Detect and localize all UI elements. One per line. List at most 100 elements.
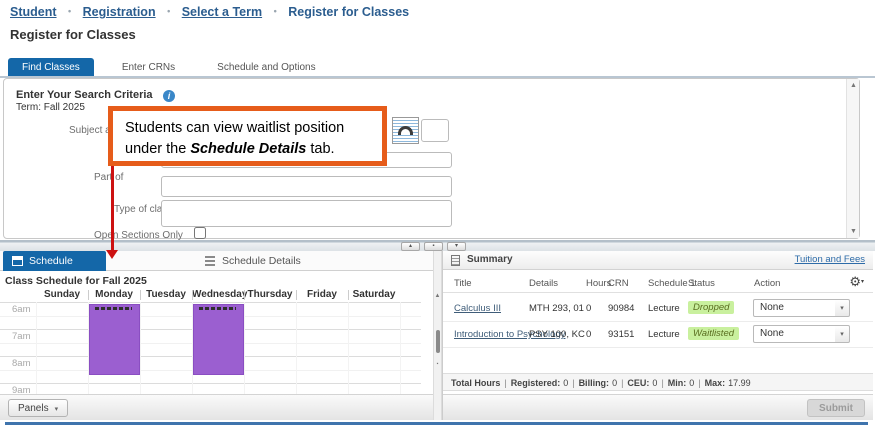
annotation-arrow-line [111, 164, 114, 251]
subject-course-input[interactable] [421, 119, 449, 142]
tab-schedule[interactable]: Schedule [3, 251, 106, 271]
splitter-reset-button[interactable]: ▪ [424, 242, 443, 251]
totals-label: Min: [668, 378, 687, 388]
breadcrumb-student[interactable]: Student [10, 5, 57, 19]
column-header-crn: CRN [608, 278, 629, 289]
callout-line2-suffix: tab. [306, 141, 334, 157]
course-title-link[interactable]: Calculus III [454, 303, 501, 314]
day-divider [192, 290, 193, 300]
annotation-arrow-head [106, 250, 118, 259]
column-gridline [36, 302, 37, 394]
totals-label: Total Hours [451, 378, 500, 388]
day-divider [296, 290, 297, 300]
callout-line2: under the Schedule Details tab. [125, 139, 382, 160]
column-gridline [400, 302, 401, 394]
term-label: Term: Fall 2025 [16, 102, 85, 113]
summary-list-icon [451, 255, 460, 266]
calendar-icon [12, 256, 23, 266]
table-header-rule [443, 292, 873, 293]
callout-line2-prefix: under the [125, 141, 190, 157]
course-hours: 0 [586, 303, 591, 314]
scroll-down-icon[interactable]: ▼ [847, 228, 860, 235]
totals-label: Registered: [511, 378, 561, 388]
course-crn: 90984 [608, 303, 634, 314]
tab-schedule-label: Schedule [29, 255, 73, 267]
course-crn: 93151 [608, 329, 634, 340]
action-select-caret-icon[interactable]: ▾ [835, 299, 850, 317]
schedule-event-wednesday[interactable] [193, 304, 244, 375]
day-divider [348, 290, 349, 300]
info-icon[interactable]: i [163, 90, 175, 102]
tab-schedule-details[interactable]: Schedule Details [205, 251, 301, 271]
submit-button[interactable]: Submit [807, 399, 865, 417]
bottom-accent-line [5, 422, 868, 425]
totals-label: Max: [705, 378, 726, 388]
tuition-and-fees-link[interactable]: Tuition and Fees [795, 254, 865, 265]
summary-footer: Submit [443, 394, 873, 420]
action-select[interactable]: None [753, 325, 836, 343]
day-header-thursday: Thursday [244, 289, 296, 300]
schedule-heading: Class Schedule for Fall 2025 [5, 275, 147, 287]
top-tabstrip: Find Classes Enter CRNs Schedule and Opt… [8, 58, 344, 77]
tab-schedule-and-options[interactable]: Schedule and Options [203, 58, 329, 77]
search-panel-scrollbar[interactable]: ▲ ▼ [846, 79, 859, 238]
tab-find-classes[interactable]: Find Classes [8, 58, 94, 77]
tab-enter-crns[interactable]: Enter CRNs [108, 58, 189, 77]
course-schedule-type: Lecture [648, 329, 680, 340]
column-gridline [244, 302, 245, 394]
summary-side-scrollbar[interactable]: ▲ ▪ [433, 251, 442, 420]
schedule-tabbar: Schedule Schedule Details [0, 251, 433, 271]
column-header-details: Details [529, 278, 558, 289]
breadcrumb-registration[interactable]: Registration [83, 5, 156, 19]
breadcrumb: Student • Registration • Select a Term •… [10, 5, 409, 19]
column-gridline [296, 302, 297, 394]
chevron-down-icon: ▾ [861, 279, 864, 285]
course-picker-icon[interactable] [392, 117, 419, 144]
open-sections-checkbox[interactable] [194, 227, 206, 239]
time-label-9am: 9am [12, 385, 30, 394]
search-heading: Enter Your Search Criteria [16, 89, 153, 101]
course-details: MTH 293, 01 [529, 303, 584, 314]
time-label-7am: 7am [12, 331, 30, 342]
summary-header: Summary Tuition and Fees [443, 251, 873, 270]
totals-separator: | [621, 378, 623, 388]
action-select-caret-icon[interactable]: ▾ [835, 325, 850, 343]
totals-value: 17.99 [728, 378, 751, 388]
splitter-expand-down-button[interactable]: ▾ [447, 242, 466, 251]
day-header-sunday: Sunday [36, 289, 88, 300]
column-gridline [348, 302, 349, 394]
splitter-buttons: ▴ ▪ ▾ [401, 242, 470, 251]
status-badge: Dropped [688, 301, 734, 314]
totals-value: 0 [612, 378, 617, 388]
scrollbar-thumb[interactable] [436, 330, 440, 353]
totals-separator: | [698, 378, 700, 388]
table-row: Calculus III MTH 293, 01 0 90984 Lecture… [443, 297, 873, 323]
type-of-class-input[interactable] [161, 200, 452, 227]
panels-button[interactable]: Panels▾ [8, 399, 68, 417]
day-header-wednesday: Wednesday [192, 289, 244, 300]
list-grid-icon [205, 256, 215, 266]
scroll-up-icon[interactable]: ▲ [847, 82, 860, 89]
scroll-up-icon[interactable]: ▲ [434, 293, 441, 299]
column-header-status: Status [688, 278, 715, 289]
callout-line1: Students can view waitlist position [125, 118, 382, 139]
gear-icon[interactable]: ⚙▾ [849, 275, 864, 289]
status-badge: Waitlisted [688, 327, 739, 340]
time-label-8am: 8am [12, 358, 30, 369]
annotation-callout: Students can view waitlist position unde… [108, 106, 387, 166]
day-divider [88, 290, 89, 300]
splitter-expand-up-button[interactable]: ▴ [401, 242, 420, 251]
column-gridline [140, 302, 141, 394]
action-select[interactable]: None [753, 299, 836, 317]
totals-label: CEU: [627, 378, 649, 388]
breadcrumb-select-a-term[interactable]: Select a Term [182, 5, 262, 19]
day-header-friday: Friday [296, 289, 348, 300]
totals-value: 0 [652, 378, 657, 388]
part-of-input[interactable] [161, 176, 452, 197]
schedule-event-monday[interactable] [89, 304, 140, 375]
hour-gridline [0, 383, 421, 384]
course-schedule-type: Lecture [648, 303, 680, 314]
panel-splitter[interactable]: ▴ ▪ ▾ [0, 240, 875, 251]
table-row-rule [443, 347, 873, 348]
column-header-title: Title [454, 278, 472, 289]
